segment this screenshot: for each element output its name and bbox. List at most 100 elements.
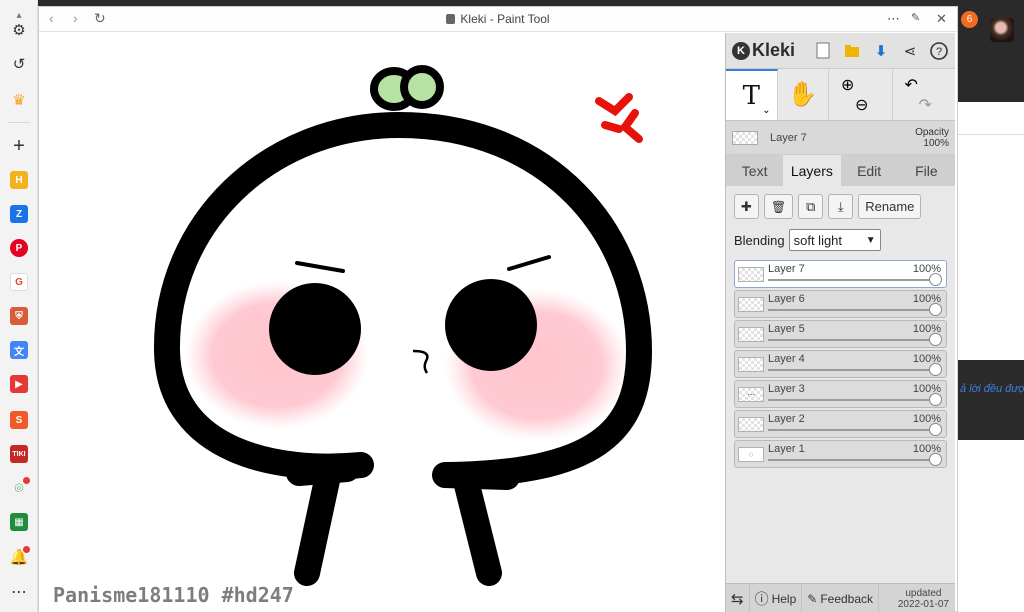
layer-item[interactable]: Layer 4 100% [734,350,947,378]
canvas-drawing [153,65,653,586]
background-panel: ả lời đều đượ [958,360,1024,440]
layer-opacity-handle[interactable] [929,273,942,286]
zoom-controls: ⊕ ⊖ [829,69,893,120]
layer-item[interactable]: Layer 7 100% [734,260,947,288]
layer-opacity-slider[interactable] [768,309,938,311]
delete-layer-button[interactable]: 🗑 [764,194,794,219]
pin-button[interactable]: ✎ [911,11,920,24]
layer-opacity-slider[interactable] [768,429,938,431]
pinterest-icon[interactable]: P [7,236,31,260]
blending-select[interactable]: soft light ▼ [788,229,881,251]
open-folder-icon[interactable] [842,41,862,61]
tab-edit[interactable]: Edit [841,155,898,186]
window-title-area: Kleki - Paint Tool [39,12,957,26]
help-circle-icon[interactable]: ? [929,41,949,61]
layer-thumbnail [738,267,764,282]
layer-opacity-handle[interactable] [929,303,942,316]
add-icon[interactable]: + [7,134,31,158]
chevron-down-icon[interactable]: ⌄ [762,105,770,116]
panel-header: K Kleki ⬇ ⋖ ? [726,33,955,69]
layer-thumbnail: ⋯ [738,387,764,402]
undo-icon[interactable]: ↶ [905,75,918,95]
h-app-icon[interactable]: H [7,168,31,192]
shield-app-icon[interactable]: ⛨ [7,304,31,328]
layer-name: Layer 4 [768,353,805,365]
canvas-watermark: Panisme181110 #hd247 [53,583,294,607]
left-leg [294,458,342,586]
layer-opacity-slider[interactable] [768,459,938,461]
layer-opacity-slider[interactable] [768,279,938,281]
tiki-icon[interactable]: TIKI [7,442,31,466]
bell-icon[interactable]: 🔔 [7,545,31,569]
layer-item[interactable]: ⋯ Layer 3 100% [734,380,947,408]
layer-item[interactable]: ◌ Layer 1 100% [734,440,947,468]
updated-label: updated [905,587,942,599]
download-icon[interactable]: ⬇ [871,41,891,61]
layer-opacity-slider[interactable] [768,399,938,401]
merge-layer-button[interactable]: ⤓ [828,194,854,219]
swap-side-button[interactable]: ⇆ [726,584,750,612]
crown-icon[interactable]: ♛ [7,88,31,112]
share-icon[interactable]: ⋖ [900,41,920,61]
notification-badge[interactable]: 6 [961,11,978,28]
text-tool-button[interactable]: T ⌄ [726,69,778,120]
drawing-canvas[interactable]: Panisme181110 #hd247 [39,33,725,612]
help-button[interactable]: ⓘ Help [750,584,803,612]
right-foot [432,462,520,490]
sheets-icon[interactable]: ▦ [7,510,31,534]
duplicate-layer-button[interactable]: ⧉ [798,194,824,219]
help-circle-icon: ⓘ [754,590,769,607]
screen: ▴ ⚙ ↺ ♛ + H Z P G ⛨ 文 ▶ S TIKI ⌾ ▦ 🔔 ⋯ ả… [0,0,1024,612]
shopee-icon[interactable]: S [7,408,31,432]
new-file-icon[interactable] [813,41,833,61]
layer-name: Layer 1 [768,443,805,455]
layer-item[interactable]: Layer 2 100% [734,410,947,438]
layer-opacity-handle[interactable] [929,333,942,346]
zalo-icon[interactable]: Z [7,202,31,226]
zoom-in-icon[interactable]: ⊕ [841,75,854,95]
video-app-icon[interactable]: ▶ [7,372,31,396]
lock-icon [446,14,456,24]
swap-icon: ⇆ [731,590,744,608]
layer-opacity-slider[interactable] [768,339,938,341]
layer-opacity-slider[interactable] [768,369,938,371]
history-icon[interactable]: ↺ [7,52,31,76]
layer-thumbnail [738,327,764,342]
kleki-logo[interactable]: K Kleki [732,40,795,61]
trash-icon: 🗑 [771,199,787,214]
rename-layer-button[interactable]: Rename [858,194,922,219]
layer-opacity-handle[interactable] [929,453,942,466]
tool-bar: T ⌄ ✋ ⊕ ⊖ ↶ ↷ [726,69,955,121]
zoom-out-icon[interactable]: ⊖ [855,95,868,115]
map-app-icon[interactable]: ⌾ [7,476,31,500]
hand-tool-button[interactable]: ✋ [778,69,829,120]
feedback-button[interactable]: ✎ Feedback [802,584,880,612]
layer-opacity-handle[interactable] [929,423,942,436]
background-divider [958,134,1024,135]
tab-layers[interactable]: Layers [783,155,841,186]
settings-icon[interactable]: ⚙ [7,18,31,42]
layer-opacity-handle[interactable] [929,393,942,406]
current-layer-opacity: Opacity 100% [915,127,949,149]
updated-date: 2022-01-07 [897,598,949,610]
redo-icon[interactable]: ↷ [919,95,932,115]
more-icon[interactable]: ⋯ [7,580,31,604]
tab-file[interactable]: File [898,155,955,186]
translate-icon[interactable]: 文 [7,338,31,362]
layer-thumbnail [738,417,764,432]
layer-thumbnail [738,357,764,372]
layer-item[interactable]: Layer 5 100% [734,320,947,348]
updated-info[interactable]: updated 2022-01-07 [892,588,955,610]
tab-text[interactable]: Text [726,155,783,186]
layer-opacity-handle[interactable] [929,363,942,376]
add-layer-button[interactable]: ✚ [734,194,759,219]
close-button[interactable]: ✕ [936,11,947,27]
sprout-leaf-right [400,65,444,109]
avatar[interactable] [990,18,1014,42]
more-options-button[interactable]: ⋯ [887,11,900,27]
google-icon[interactable]: G [7,270,31,294]
panel-footer: ⇆ ⓘ Help ✎ Feedback updated 2022-01-07 [726,583,955,612]
layer-thumbnail [738,297,764,312]
opacity-label: Opacity [915,126,949,138]
layer-item[interactable]: Layer 6 100% [734,290,947,318]
